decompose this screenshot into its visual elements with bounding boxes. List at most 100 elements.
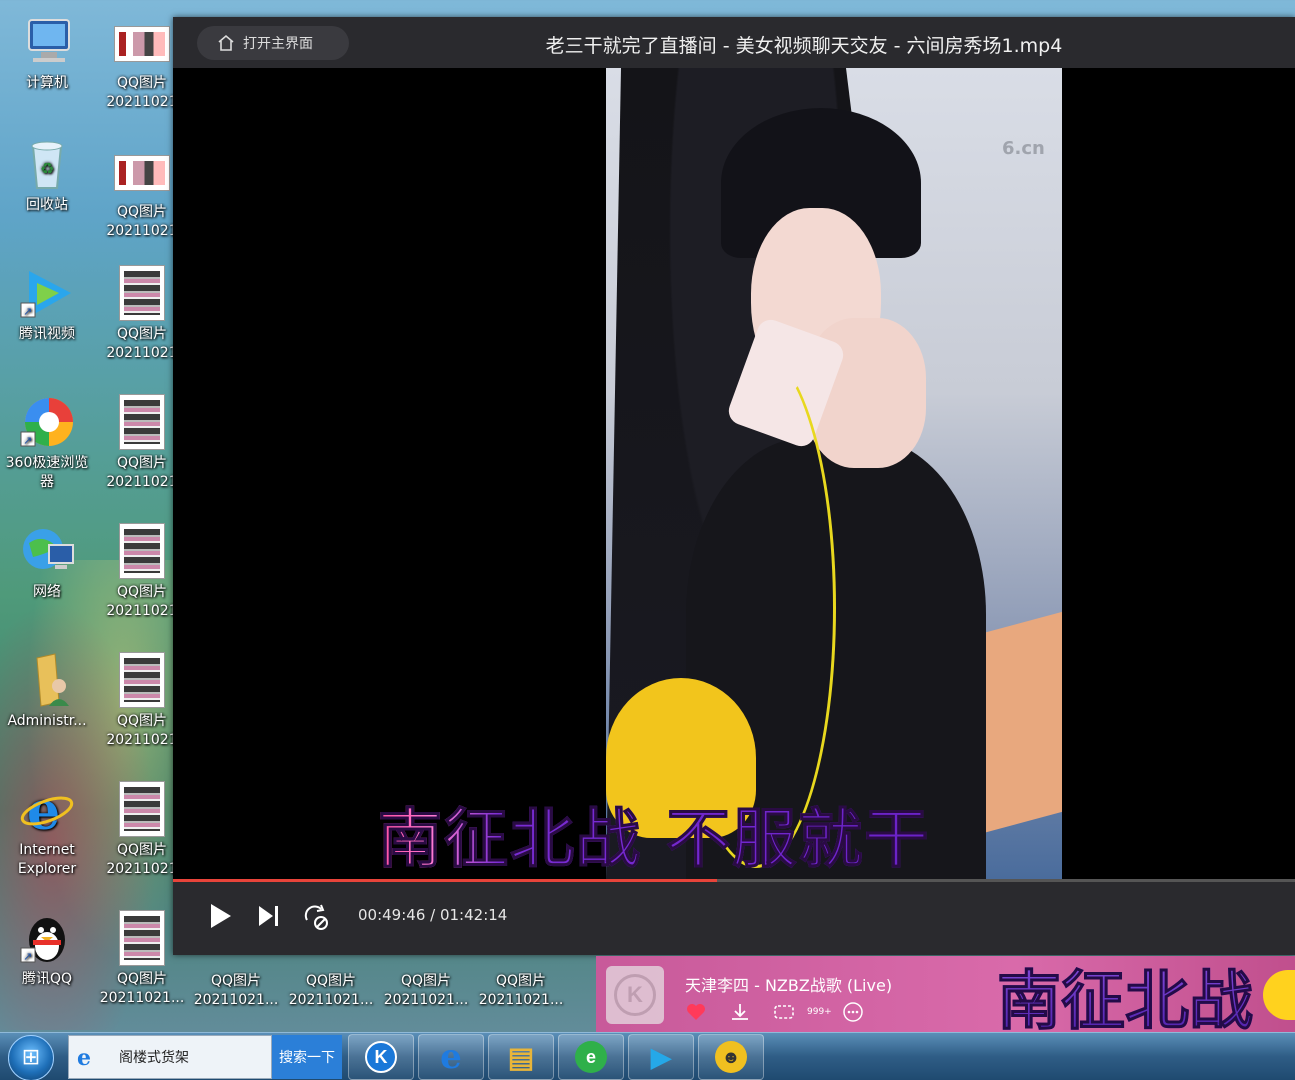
tencent-video-taskbar-icon: ▶ xyxy=(651,1041,671,1072)
file-name-line2: 20211021... xyxy=(193,992,279,1008)
kugou-logo-icon: K xyxy=(614,974,656,1016)
desktop-icon-label: 360极速浏览 xyxy=(5,455,89,471)
desktop-icon-tencent-video[interactable]: ↗ 腾讯视频 xyxy=(1,265,93,344)
video-title: 老三干就完了直播间 - 美女视频聊天交友 - 六间房秀场1.mp4 xyxy=(545,35,1063,57)
play-button[interactable] xyxy=(207,902,233,934)
taskbar-app-ie[interactable]: e xyxy=(418,1034,484,1080)
svg-text:e: e xyxy=(27,781,60,837)
search-button[interactable]: 搜索一下 xyxy=(272,1035,342,1079)
heart-icon xyxy=(687,1004,705,1020)
ie-search-icon: e xyxy=(77,1045,91,1071)
image-thumbnail xyxy=(119,265,165,321)
video-watermark: 6.cn xyxy=(1002,138,1045,159)
album-art[interactable]: K xyxy=(606,966,664,1024)
comment-button[interactable]: 999+ xyxy=(773,1002,832,1027)
file-name: QQ图片 xyxy=(495,973,547,989)
taskbar-app-browser[interactable]: e xyxy=(558,1034,624,1080)
player-titlebar[interactable]: 打开主界面 老三干就完了直播间 - 美女视频聊天交友 - 六间房秀场1.mp4 xyxy=(173,17,1295,68)
file-name-line2: 20211021... xyxy=(288,992,374,1008)
svg-text:↗: ↗ xyxy=(23,434,32,447)
like-button[interactable] xyxy=(685,1002,707,1027)
next-track-icon xyxy=(259,906,278,926)
desktop-icon-recycle-bin[interactable]: ♻ 回收站 xyxy=(1,136,93,215)
taskbar-app-explorer[interactable]: ▤ xyxy=(488,1034,554,1080)
desktop-icon-label: Internet xyxy=(19,842,75,858)
taskbar: e 阁楼式货架 搜索一下 K e ▤ e ▶ ☻ xyxy=(0,1032,1295,1080)
total-time: 01:42:14 xyxy=(439,906,508,924)
image-thumbnail xyxy=(119,910,165,966)
svg-text:↗: ↗ xyxy=(23,950,32,963)
user-folder-icon xyxy=(19,652,75,708)
browser-green-icon: e xyxy=(575,1041,607,1073)
image-thumbnail xyxy=(119,652,165,708)
image-thumbnail xyxy=(119,394,165,450)
play-icon xyxy=(211,904,231,928)
music-lyric-display: 南征北战 xyxy=(997,950,1254,1042)
image-thumbnail xyxy=(114,26,170,62)
video-display[interactable]: 6.cn xyxy=(173,68,1295,879)
file-name: QQ图片 xyxy=(116,971,168,987)
image-thumbnail xyxy=(119,781,165,837)
desktop-icon-label: 回收站 xyxy=(26,197,68,213)
download-button[interactable] xyxy=(729,1002,751,1027)
explorer-icon: ▤ xyxy=(507,1041,535,1073)
desktop-file-qq-image[interactable]: QQ图片 20211021... xyxy=(285,956,377,1016)
image-thumbnail xyxy=(119,523,165,579)
desktop-file-qq-image[interactable]: QQ图片 20211021... xyxy=(380,956,472,1016)
desktop-file-qq-image[interactable]: QQ图片 20211021... xyxy=(190,956,282,1016)
network-icon xyxy=(19,523,75,579)
time-display: 00:49:46 / 01:42:14 xyxy=(358,906,507,924)
download-icon xyxy=(732,1004,748,1020)
video-player-window: 打开主界面 老三干就完了直播间 - 美女视频聊天交友 - 六间房秀场1.mp4 … xyxy=(173,17,1295,955)
desktop-icon-label: 腾讯QQ xyxy=(21,971,73,987)
image-thumbnail xyxy=(114,155,170,191)
kugou-icon: K xyxy=(365,1041,397,1073)
taskbar-search-input[interactable]: e 阁楼式货架 xyxy=(68,1035,272,1079)
desktop-icon-label: 网络 xyxy=(33,584,61,600)
desktop-icon-label-line2: 器 xyxy=(40,474,54,490)
search-query: 阁楼式货架 xyxy=(119,1050,189,1066)
qq-avatar-icon: ☻ xyxy=(715,1041,747,1073)
desktop-icon-360-browser[interactable]: ↗ 360极速浏览 器 xyxy=(1,394,93,492)
music-player-minibar[interactable]: K 天津李四 - NZBZ战歌 (Live) 999+ 南征北战 xyxy=(596,956,1295,1040)
tencent-video-icon: ↗ xyxy=(19,265,75,321)
song-title: 天津李四 - NZBZ战歌 (Live) xyxy=(685,976,893,995)
file-name: QQ图片 xyxy=(400,973,452,989)
360-browser-icon: ↗ xyxy=(19,394,75,450)
next-button[interactable] xyxy=(256,902,282,934)
desktop-icon-tencent-qq[interactable]: ↗ 腾讯QQ xyxy=(1,910,93,989)
computer-icon xyxy=(19,14,75,70)
file-name: QQ图片 xyxy=(305,973,357,989)
file-name-line2: 20211021... xyxy=(478,992,564,1008)
qq-penguin-icon: ↗ xyxy=(19,910,75,966)
taskbar-app-kugou[interactable]: K xyxy=(348,1034,414,1080)
desktop-icon-label: 腾讯视频 xyxy=(19,326,75,342)
desktop-icon-label: Administr... xyxy=(7,713,87,729)
ie-taskbar-icon: e xyxy=(440,1037,462,1077)
recycle-bin-icon: ♻ xyxy=(19,136,75,192)
time-separator: / xyxy=(425,906,440,924)
desktop-icon-computer[interactable]: 计算机 xyxy=(1,14,93,93)
desktop-icon-label: 计算机 xyxy=(26,75,68,91)
taskbar-app-tencent-video[interactable]: ▶ xyxy=(628,1034,694,1080)
music-actions: 999+ xyxy=(685,1002,864,1027)
start-button[interactable] xyxy=(8,1035,54,1080)
loop-button[interactable] xyxy=(301,902,331,936)
ie-icon: e xyxy=(19,781,75,842)
file-name-line2: 20211021... xyxy=(99,990,185,1006)
loop-icon xyxy=(304,904,328,930)
more-button[interactable] xyxy=(842,1002,864,1027)
comment-count-badge: 999+ xyxy=(807,1007,832,1017)
desktop-file-qq-image[interactable]: QQ图片 20211021... xyxy=(475,956,567,1016)
file-name-line2: 20211021... xyxy=(383,992,469,1008)
current-time: 00:49:46 xyxy=(358,906,426,924)
desktop-lyrics-overlay: 南征北战 不服就干 xyxy=(377,788,930,880)
emoji-decoration xyxy=(1263,970,1295,1020)
player-controls: 00:49:46 / 01:42:14 xyxy=(173,882,1295,955)
taskbar-app-qq[interactable]: ☻ xyxy=(698,1034,764,1080)
svg-text:♻: ♻ xyxy=(40,159,54,178)
desktop-icon-internet-explorer[interactable]: e Internet Explorer xyxy=(1,781,93,879)
file-name: QQ图片 xyxy=(210,973,262,989)
desktop-icon-network[interactable]: 网络 xyxy=(1,523,93,602)
desktop-icon-administrator[interactable]: Administr... xyxy=(1,652,93,731)
